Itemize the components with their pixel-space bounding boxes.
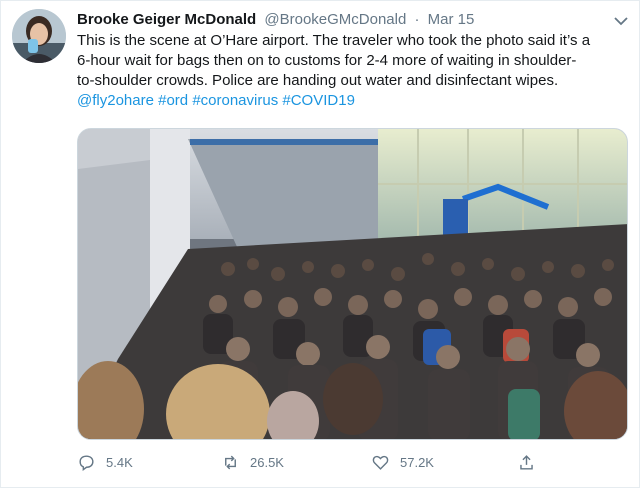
like-icon <box>372 455 389 470</box>
tweet-photo[interactable] <box>77 128 628 440</box>
reply-icon <box>79 454 94 471</box>
tweet-date[interactable]: Mar 15 <box>428 11 475 28</box>
like-count: 57.2K <box>400 454 434 470</box>
avatar[interactable] <box>12 9 66 63</box>
reply-button[interactable]: 5.4K <box>77 451 133 473</box>
share-button[interactable] <box>517 451 546 473</box>
chevron-down-icon[interactable] <box>613 13 629 27</box>
retweet-icon <box>225 455 236 469</box>
hashtag-link[interactable]: #COVID19 <box>282 92 355 109</box>
hashtag-link[interactable]: @fly2ohare <box>77 92 154 109</box>
hashtag-link[interactable]: #coronavirus <box>192 92 278 109</box>
share-icon <box>520 454 533 470</box>
separator-dot: · <box>414 11 420 28</box>
like-button[interactable]: 57.2K <box>371 451 434 473</box>
user-handle[interactable]: @BrookeGMcDonald <box>264 11 406 28</box>
reply-count: 5.4K <box>106 454 133 470</box>
retweet-count: 26.5K <box>250 454 284 470</box>
tweet-content: Brooke Geiger McDonald @BrookeGMcDonald … <box>77 9 629 111</box>
tweet-card[interactable]: Brooke Geiger McDonald @BrookeGMcDonald … <box>0 0 640 488</box>
tweet-hashtags: @fly2ohare #ord #coronavirus #COVID19 <box>77 91 629 111</box>
tweet-text: This is the scene at O’Hare airport. The… <box>77 32 591 89</box>
display-name[interactable]: Brooke Geiger McDonald <box>77 11 256 28</box>
tweet-actions: 5.4K 26.5K 57.2K <box>77 451 629 473</box>
tweet-header: Brooke Geiger McDonald @BrookeGMcDonald … <box>77 9 629 31</box>
hashtag-link[interactable]: #ord <box>158 92 188 109</box>
retweet-button[interactable]: 26.5K <box>221 451 284 473</box>
